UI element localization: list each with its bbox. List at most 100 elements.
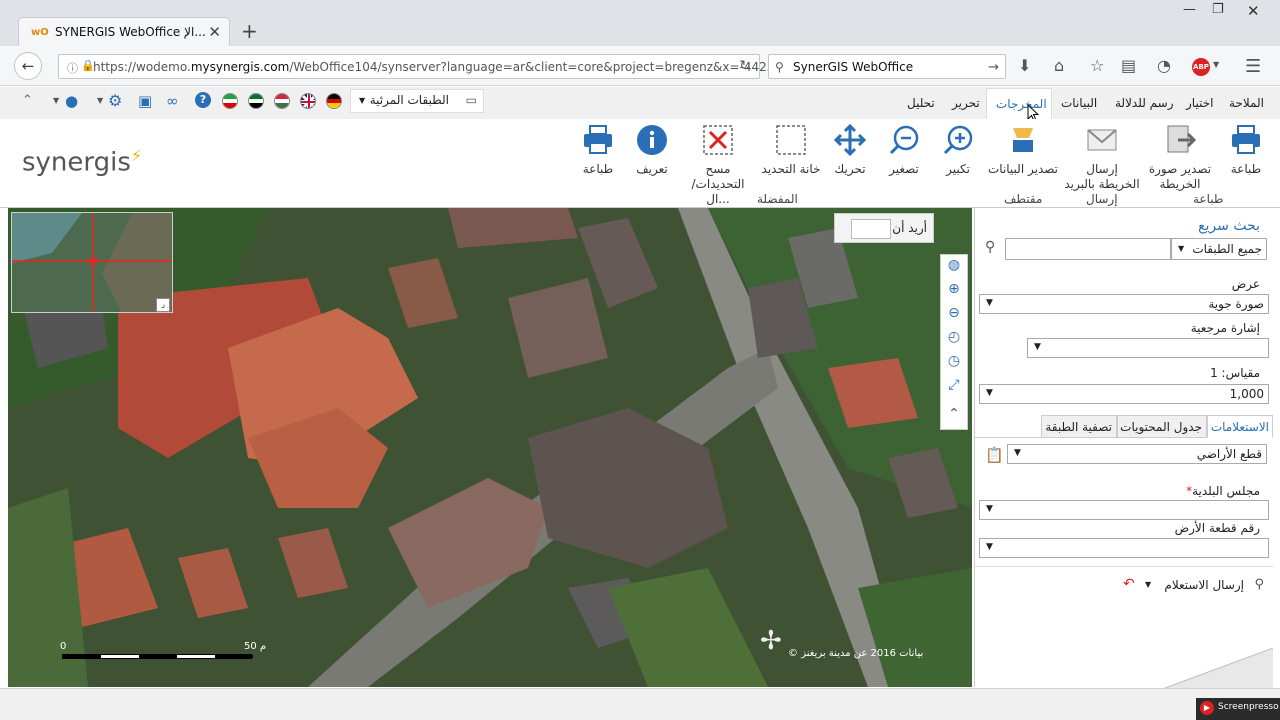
- send-map-mail-button[interactable]: إرسال الخريطة بالبريد: [1064, 124, 1140, 192]
- zoom-in-label: تكبير: [946, 162, 970, 176]
- bookmark-label: إشارة مرجعية: [1190, 321, 1260, 335]
- help-icon[interactable]: ?: [195, 92, 211, 108]
- tab-output-active[interactable]: المخرجات: [986, 88, 1052, 119]
- flag-hungary-icon[interactable]: [274, 93, 290, 109]
- identify-button[interactable]: تعريف: [630, 124, 674, 177]
- bookmark-star-icon[interactable]: ☆: [1090, 56, 1104, 75]
- home-icon[interactable]: ⌂: [1054, 56, 1064, 75]
- select-box-button[interactable]: خانة التحديد: [760, 124, 822, 177]
- save-icon[interactable]: ▣: [138, 92, 152, 110]
- map-zoom-out-icon[interactable]: ⊖: [940, 305, 968, 329]
- group-send-label: إرسال: [1086, 192, 1118, 206]
- tab-layer-filter[interactable]: تصفية الطبقة: [1041, 415, 1117, 438]
- tab-redline[interactable]: رسم للدلالة: [1115, 96, 1174, 110]
- zoom-out-button[interactable]: تصغير: [882, 124, 926, 177]
- map-zoom-in-icon[interactable]: ⊕: [940, 281, 968, 305]
- maximize-icon[interactable]: ❐: [1212, 2, 1224, 17]
- overview-resize-icon[interactable]: ⌟: [156, 298, 170, 312]
- flag-germany-icon[interactable]: [326, 93, 342, 109]
- go-arrow-icon[interactable]: →: [988, 60, 999, 75]
- map-controls-collapse-icon[interactable]: ⌃: [940, 406, 968, 430]
- logo-text: synergis: [22, 147, 131, 178]
- back-icon[interactable]: ←: [14, 52, 42, 80]
- window-close-icon[interactable]: ✕: [1247, 2, 1260, 20]
- info-icon[interactable]: ⓘ: [67, 60, 78, 76]
- zoom-in-icon: [943, 125, 973, 155]
- user-dropdown-icon[interactable]: ▼: [53, 96, 59, 105]
- query-clipboard-icon[interactable]: 📋: [985, 446, 1004, 464]
- url-path: /WebOffice104/synserver?language=ar&clie…: [289, 60, 783, 74]
- parcel-select[interactable]: ▼: [979, 538, 1269, 558]
- reload-icon[interactable]: ↻: [739, 58, 751, 74]
- info-circle-icon: [637, 125, 667, 155]
- export-image-icon: [1167, 125, 1196, 153]
- screenpresso-icon: ▶: [1200, 701, 1214, 715]
- overview-map[interactable]: [11, 212, 173, 313]
- favicon-icon: wO: [31, 27, 49, 38]
- group-print-label: طباعة: [1193, 192, 1224, 206]
- map-full-extent-icon[interactable]: ⤢: [940, 377, 968, 401]
- download-icon[interactable]: ⬇: [1018, 56, 1031, 75]
- flag-uk-icon[interactable]: [300, 93, 316, 109]
- tab-close-icon[interactable]: ✕: [208, 23, 221, 41]
- tab-edit[interactable]: تحرير: [952, 96, 980, 110]
- minimize-icon[interactable]: —: [1183, 2, 1196, 17]
- visible-layers-dropdown[interactable]: ▼ الطبقات المرئية ▭: [350, 89, 484, 113]
- reset-query-icon[interactable]: ↶: [1123, 576, 1135, 592]
- bookmark-select[interactable]: ▼: [1027, 338, 1269, 358]
- adblock-icon[interactable]: ABP: [1192, 58, 1210, 76]
- menu-icon[interactable]: ☰: [1245, 56, 1261, 77]
- tab-analysis[interactable]: تحليل: [907, 96, 935, 110]
- council-select[interactable]: ▼: [979, 500, 1269, 520]
- export-map-image-label: تصدير صورة الخريطة: [1148, 162, 1212, 191]
- flag-iran-icon[interactable]: [222, 93, 238, 109]
- send-query-label: إرسال الاستعلام: [1164, 578, 1244, 592]
- history-icon[interactable]: ◔: [1157, 56, 1171, 75]
- panel-tabs: الاستعلامات جدول المحتويات تصفية الطبقة: [975, 415, 1273, 438]
- parcel-arrow-icon: ▼: [986, 542, 993, 552]
- export-data-button[interactable]: تصدير البيانات: [986, 124, 1060, 177]
- quick-search-input[interactable]: [1005, 238, 1171, 260]
- map-previous-extent-icon[interactable]: ◴: [940, 329, 968, 353]
- map-view[interactable]: ⌟ أريد أن › ◍ ⊕ ⊖ ◴ ◷ ⤢ ⌃ 0 50 م ✢ © بيا…: [8, 208, 972, 687]
- pan-button[interactable]: تحريك: [828, 124, 872, 177]
- collapse-up-icon[interactable]: ⌃: [22, 93, 33, 108]
- print-button[interactable]: طباعة: [1224, 124, 1268, 177]
- link-icon[interactable]: ∞: [166, 92, 179, 110]
- clear-selection-label: مسح التحديدات/ال...: [691, 162, 745, 206]
- search-icon: ⚲: [775, 60, 784, 74]
- all-layers-select[interactable]: ▼ جميع الطبقات: [1171, 238, 1267, 260]
- want-to-input[interactable]: [851, 219, 891, 239]
- export-map-image-button[interactable]: تصدير صورة الخريطة: [1144, 124, 1216, 192]
- tab-queries[interactable]: الاستعلامات: [1207, 415, 1273, 438]
- tab-navigation[interactable]: الملاحة: [1229, 96, 1264, 110]
- scale-select[interactable]: ▼ 1,000: [979, 384, 1269, 404]
- display-select[interactable]: ▼ صورة جوية: [979, 294, 1269, 314]
- user-icon[interactable]: ●: [65, 92, 78, 110]
- settings-dropdown-icon[interactable]: ▼: [97, 96, 103, 105]
- adblock-dropdown-icon[interactable]: ▼: [1213, 60, 1219, 69]
- browser-tab[interactable]: wO SYNERGIS WebOffice الإ... ✕: [18, 17, 230, 47]
- flag-uae-icon[interactable]: [248, 93, 264, 109]
- map-next-extent-icon[interactable]: ◷: [940, 353, 968, 377]
- quick-search-icon[interactable]: ⚲: [985, 239, 995, 255]
- panel-toggle-icon[interactable]: ›: [954, 217, 960, 236]
- print-small-button[interactable]: طباعة: [576, 124, 620, 177]
- mail-icon: [1087, 129, 1117, 151]
- tab-data[interactable]: البيانات: [1061, 96, 1097, 110]
- tab-select[interactable]: اختيار: [1186, 96, 1213, 110]
- new-tab-icon[interactable]: +: [241, 19, 258, 43]
- globe-icon[interactable]: ◍: [940, 257, 968, 281]
- url-bar[interactable]: ⓘ 🔒 https://wodemo.mysynergis.com/WebOff…: [58, 54, 782, 79]
- reading-list-icon[interactable]: ▤: [1121, 56, 1136, 75]
- all-layers-arrow-icon: ▼: [1178, 244, 1185, 253]
- query-select[interactable]: ▼ قطع الأراضي: [1007, 444, 1267, 464]
- clear-selection-button[interactable]: مسح التحديدات/ال...: [684, 124, 752, 207]
- send-query-dropdown-icon[interactable]: ▼: [1145, 580, 1151, 589]
- zoom-in-button[interactable]: تكبير: [936, 124, 980, 177]
- all-layers-value: جميع الطبقات: [1192, 242, 1262, 256]
- browser-nav-bar: ← ⓘ 🔒 https://wodemo.mysynergis.com/WebO…: [0, 46, 1280, 86]
- tab-toc[interactable]: جدول المحتويات: [1117, 415, 1207, 438]
- search-bar[interactable]: ⚲ SynerGIS WebOffice →: [768, 54, 1006, 79]
- gear-icon[interactable]: ⚙: [108, 91, 122, 110]
